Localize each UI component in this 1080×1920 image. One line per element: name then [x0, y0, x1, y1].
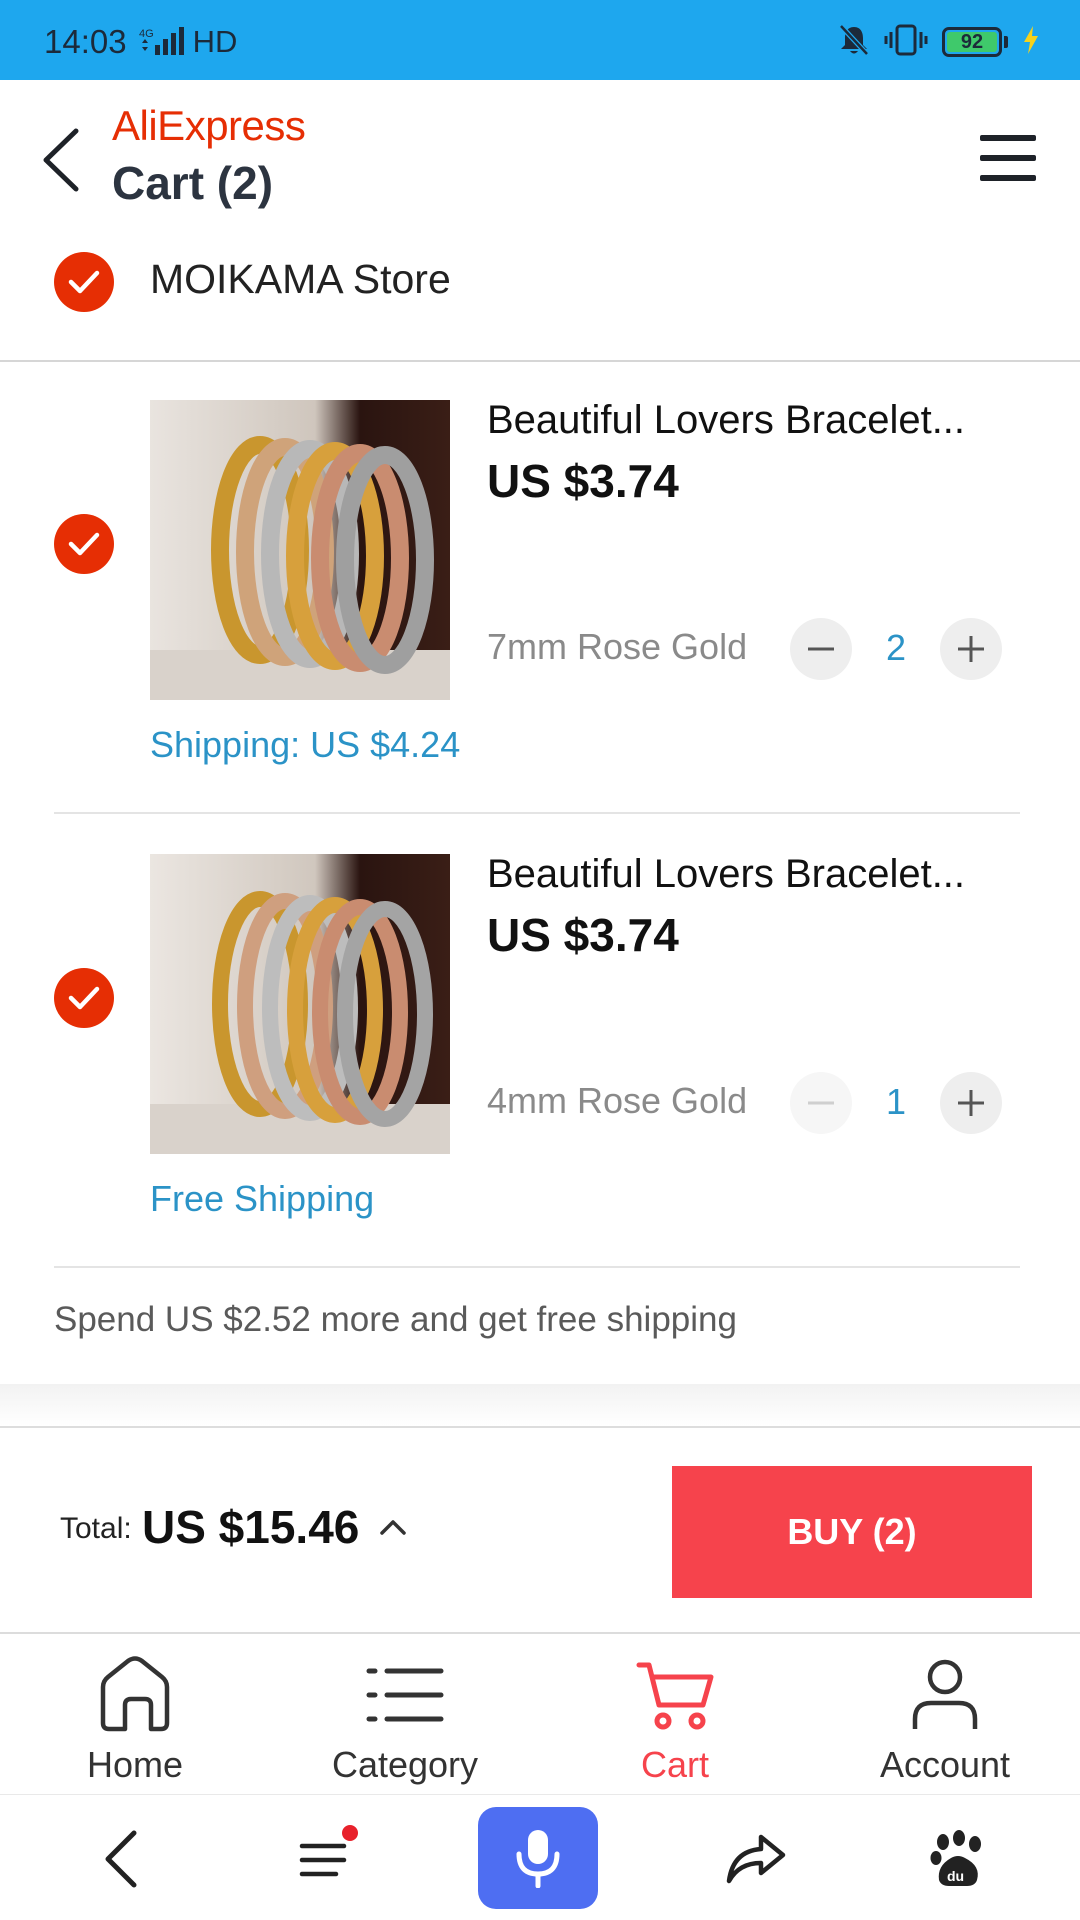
battery-indicator: 92: [942, 27, 1008, 57]
system-bar: du: [0, 1794, 1080, 1920]
item-shipping: Shipping: US $4.24: [150, 724, 461, 765]
signal-icon: 4G: [139, 25, 185, 59]
quantity-increase-button[interactable]: [940, 1072, 1002, 1134]
store-select-checkbox[interactable]: [54, 252, 114, 312]
notification-dot: [342, 1825, 358, 1841]
plus-icon: [958, 1090, 984, 1116]
nav-label: Category: [331, 1744, 479, 1785]
nav-label: Cart: [640, 1744, 709, 1785]
account-icon: [900, 1650, 990, 1740]
baidu-paw-icon[interactable]: du: [908, 1809, 1008, 1909]
mute-icon: [838, 23, 870, 62]
cart-icon: [630, 1650, 720, 1740]
hd-badge: HD: [192, 24, 238, 59]
hamburger-icon-line: [980, 135, 1036, 141]
brand-logo: AliExpress: [112, 102, 306, 149]
item-price: US $3.74: [487, 909, 679, 961]
checkmark-icon: [68, 532, 100, 556]
section-separator: [0, 1384, 1080, 1428]
home-icon: [90, 1650, 180, 1740]
nav-label: Home: [86, 1744, 184, 1785]
back-arrow-icon[interactable]: [70, 1809, 170, 1909]
menu-button[interactable]: [976, 126, 1040, 190]
divider: [54, 1266, 1020, 1268]
cart-item: Beautiful Lovers Bracelet... US $3.74 7m…: [0, 362, 1080, 814]
network-type-label: 4G: [139, 28, 154, 40]
free-shipping-message: Spend US $2.52 more and get free shippin…: [54, 1300, 737, 1339]
list-menu-icon[interactable]: [276, 1809, 376, 1909]
product-image[interactable]: [150, 854, 450, 1154]
total-value[interactable]: US $15.46: [142, 1500, 359, 1554]
quantity-decrease-button[interactable]: [790, 1072, 852, 1134]
page-title: Cart (2): [112, 157, 274, 209]
quantity-decrease-button[interactable]: [790, 618, 852, 680]
item-variant[interactable]: 4mm Rose Gold: [487, 1080, 747, 1122]
item-select-checkbox[interactable]: [54, 514, 114, 574]
checkout-bar: Total: US $15.46 BUY (2): [0, 1430, 1080, 1634]
cart-item: Beautiful Lovers Bracelet... US $3.74 4m…: [0, 816, 1080, 1268]
hamburger-icon-line: [980, 175, 1036, 181]
nav-account[interactable]: Account: [810, 1636, 1080, 1794]
store-row: MOIKAMA Store: [0, 232, 1080, 362]
svg-text:du: du: [947, 1868, 964, 1884]
item-title[interactable]: Beautiful Lovers Bracelet...: [487, 852, 987, 897]
nav-cart[interactable]: Cart: [540, 1636, 810, 1794]
vibrate-icon: [884, 23, 928, 62]
item-price: US $3.74: [487, 455, 679, 507]
item-variant[interactable]: 7mm Rose Gold: [487, 626, 747, 668]
back-button[interactable]: [30, 120, 90, 200]
hamburger-icon-line: [980, 155, 1036, 161]
quantity-value[interactable]: 1: [852, 1074, 940, 1130]
minus-icon: [808, 1101, 834, 1105]
status-time: 14:03: [44, 23, 127, 60]
nav-label: Account: [879, 1744, 1011, 1785]
checkmark-icon: [68, 270, 100, 294]
microphone-icon[interactable]: [478, 1807, 598, 1909]
plus-icon: [958, 636, 984, 662]
product-image[interactable]: [150, 400, 450, 700]
charging-icon: [1022, 25, 1040, 60]
bottom-nav: Home Category Cart Account: [0, 1636, 1080, 1794]
battery-level: 92: [947, 31, 997, 53]
status-left: 14:03 4G HD: [44, 20, 237, 64]
total-label: Total:: [60, 1512, 132, 1545]
minus-icon: [808, 647, 834, 651]
item-title[interactable]: Beautiful Lovers Bracelet...: [487, 398, 987, 443]
status-right: 92: [838, 20, 1040, 64]
item-select-checkbox[interactable]: [54, 968, 114, 1028]
category-icon: [360, 1650, 450, 1740]
status-bar: 14:03 4G HD 92: [0, 0, 1080, 80]
share-icon[interactable]: [706, 1809, 806, 1909]
item-shipping: Free Shipping: [150, 1178, 375, 1219]
buy-button[interactable]: BUY (2): [672, 1466, 1032, 1598]
quantity-increase-button[interactable]: [940, 618, 1002, 680]
quantity-value[interactable]: 2: [852, 620, 940, 676]
store-name[interactable]: MOIKAMA Store: [150, 256, 451, 303]
nav-category[interactable]: Category: [270, 1636, 540, 1794]
chevron-up-icon[interactable]: [376, 1510, 410, 1544]
app-header: AliExpress Cart (2): [0, 80, 1080, 230]
chevron-left-icon: [43, 128, 79, 192]
nav-home[interactable]: Home: [0, 1636, 270, 1794]
checkmark-icon: [68, 986, 100, 1010]
divider: [54, 812, 1020, 814]
